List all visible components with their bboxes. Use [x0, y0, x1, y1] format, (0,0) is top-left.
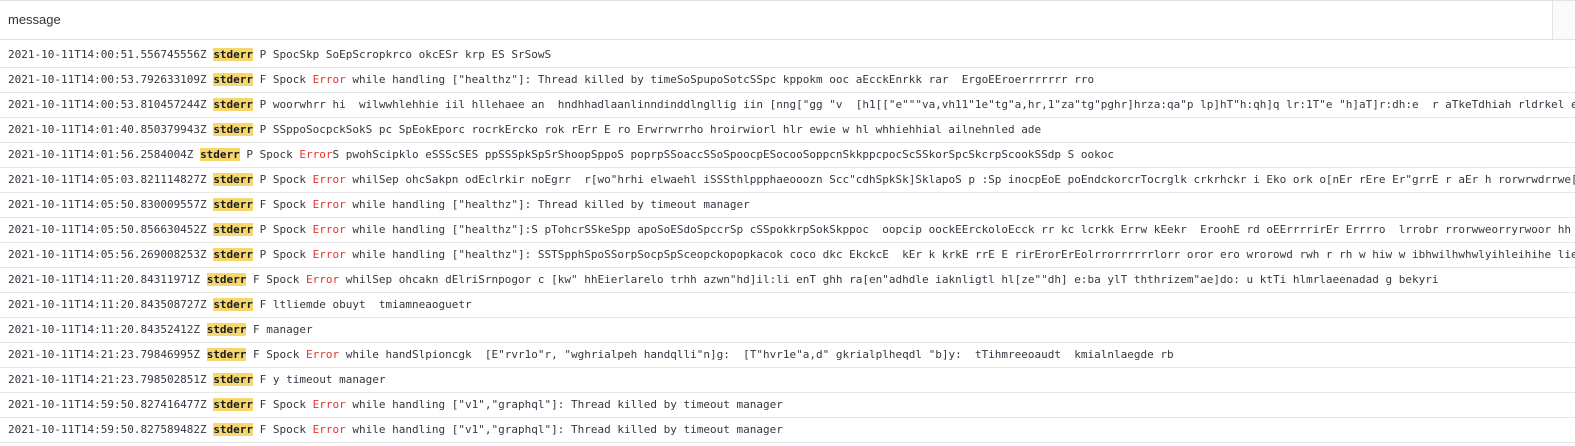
- log-panel: message 2021-10-11T14:00:51.556745556Z s…: [0, 0, 1575, 446]
- error-keyword: Error: [312, 398, 346, 411]
- log-row[interactable]: 2021-10-11T14:01:40.850379943Z stderr P …: [0, 118, 1575, 143]
- highlight-match: stderr: [213, 73, 254, 86]
- log-row[interactable]: 2021-10-11T14:01:56.2584004Z stderr P Sp…: [0, 143, 1575, 168]
- error-keyword: Error: [312, 173, 346, 186]
- log-text: P woorwhrr hi wilwwhlehhie iil hllehaee …: [253, 98, 1575, 111]
- log-text: whilSep ohcakn dElriSrnpogor c [kw" hhEi…: [339, 273, 1439, 286]
- highlight-match: stderr: [206, 273, 247, 286]
- error-keyword: Error: [312, 223, 346, 236]
- highlight-match: stderr: [213, 198, 254, 211]
- log-row[interactable]: 2021-10-11T14:05:56.269008253Z stderr P …: [0, 243, 1575, 268]
- log-row[interactable]: 2021-10-11T14:21:23.79846995Z stderr F S…: [0, 343, 1575, 368]
- log-text: while handling ["healthz"]:S pTohcrSSkeS…: [345, 223, 1575, 236]
- log-text: 2021-10-11T14:11:20.84352412Z: [8, 323, 207, 336]
- message-column-label: message: [8, 12, 61, 27]
- highlight-match: stderr: [213, 373, 254, 386]
- log-text: 2021-10-11T14:59:50.827416477Z: [8, 398, 214, 411]
- log-text: 2021-10-11T14:05:56.269008253Z: [8, 248, 214, 261]
- log-text: 2021-10-11T14:00:51.556745556Z: [8, 48, 214, 61]
- log-text: F Spock: [246, 273, 307, 286]
- error-keyword: Error: [312, 248, 346, 261]
- highlight-match: stderr: [213, 423, 254, 436]
- log-row[interactable]: 2021-10-11T14:21:23.798502851Z stderr F …: [0, 368, 1575, 393]
- log-row[interactable]: 2021-10-11T14:05:50.856630452Z stderr P …: [0, 218, 1575, 243]
- log-text: while handSlpioncgk [E"rvr1o"r, "wghrial…: [339, 348, 1174, 361]
- log-text: F Spock: [253, 398, 313, 411]
- log-row[interactable]: 2021-10-11T14:11:20.843508727Z stderr F …: [0, 293, 1575, 318]
- error-keyword: Error: [299, 148, 333, 161]
- log-row[interactable]: 2021-10-11T14:00:53.810457244Z stderr P …: [0, 93, 1575, 118]
- log-text: 2021-10-11T14:05:03.821114827Z: [8, 173, 214, 186]
- log-text: 2021-10-11T14:11:20.84311971Z: [8, 273, 207, 286]
- log-text: P Spock: [253, 173, 313, 186]
- error-keyword: Error: [312, 198, 346, 211]
- log-text: F y timeout manager: [253, 373, 386, 386]
- highlight-match: stderr: [200, 148, 240, 161]
- log-row[interactable]: 2021-10-11T14:05:50.830009557Z stderr F …: [0, 193, 1575, 218]
- log-text: 2021-10-11T14:00:53.792633109Z: [8, 73, 214, 86]
- header-gutter: [1553, 0, 1575, 40]
- message-column-header[interactable]: message: [0, 0, 1553, 40]
- log-text: whilSep ohcSakpn odEclrkir noEgrr r[wo"h…: [345, 173, 1575, 186]
- highlight-match: stderr: [206, 348, 247, 361]
- log-text: while handling ["healthz"]: Thread kille…: [345, 198, 750, 211]
- highlight-match: stderr: [213, 298, 254, 311]
- log-text: 2021-10-11T14:01:56.2584004Z: [8, 148, 201, 161]
- log-text: 2021-10-11T14:21:23.798502851Z: [8, 373, 214, 386]
- log-text: F ltliemde obuyt tmiamneaoguetr: [253, 298, 472, 311]
- highlight-match: stderr: [213, 223, 254, 236]
- log-text: P Spock: [253, 248, 313, 261]
- log-row[interactable]: 2021-10-11T14:11:20.84352412Z stderr F m…: [0, 318, 1575, 343]
- log-row[interactable]: 2021-10-11T14:59:50.827589482Z stderr F …: [0, 418, 1575, 443]
- log-text: while handling ["healthz"]: Thread kille…: [345, 73, 1095, 86]
- log-text: F Spock: [253, 423, 313, 436]
- highlight-match: stderr: [206, 323, 247, 336]
- log-row[interactable]: 2021-10-11T14:00:53.792633109Z stderr F …: [0, 68, 1575, 93]
- highlight-match: stderr: [213, 48, 254, 61]
- error-keyword: Error: [306, 348, 340, 361]
- log-text: while handling ["v1","graphql"]: Thread …: [345, 398, 783, 411]
- log-text: 2021-10-11T14:21:23.79846995Z: [8, 348, 207, 361]
- log-text: 2021-10-11T14:05:50.856630452Z: [8, 223, 214, 236]
- error-keyword: Error: [306, 273, 340, 286]
- log-row[interactable]: 2021-10-11T14:00:51.556745556Z stderr P …: [0, 43, 1575, 68]
- log-text: 2021-10-11T14:59:50.827589482Z: [8, 423, 214, 436]
- highlight-match: stderr: [213, 248, 254, 261]
- highlight-match: stderr: [213, 98, 254, 111]
- log-text: 2021-10-11T14:01:40.850379943Z: [8, 123, 214, 136]
- log-text: F Spock: [253, 73, 313, 86]
- log-row[interactable]: 2021-10-11T14:05:03.821114827Z stderr P …: [0, 168, 1575, 193]
- highlight-match: stderr: [213, 398, 254, 411]
- log-text: 2021-10-11T14:11:20.843508727Z: [8, 298, 214, 311]
- log-row[interactable]: 2021-10-11T14:59:50.827416477Z stderr F …: [0, 393, 1575, 418]
- log-text: P SSppoSocpckSokS pc SpEokEporc rocrkErc…: [253, 123, 1042, 136]
- log-row[interactable]: 2021-10-11T14:11:20.84311971Z stderr F S…: [0, 268, 1575, 293]
- log-text: F Spock: [253, 198, 313, 211]
- log-text: F Spock: [246, 348, 307, 361]
- log-text: while handling ["healthz"]: SSTSpphSpoSS…: [345, 248, 1575, 261]
- log-rows: 2021-10-11T14:00:51.556745556Z stderr P …: [0, 43, 1575, 443]
- highlight-match: stderr: [213, 173, 254, 186]
- log-text: S pwohScipklo eSSScSES ppSSSpkSpSrShoopS…: [332, 148, 1115, 161]
- highlight-match: stderr: [213, 123, 254, 136]
- log-text: 2021-10-11T14:00:53.810457244Z: [8, 98, 214, 111]
- log-text: F manager: [246, 323, 313, 336]
- error-keyword: Error: [312, 73, 346, 86]
- log-text: while handling ["v1","graphql"]: Thread …: [345, 423, 783, 436]
- log-text: P Spock: [239, 148, 300, 161]
- error-keyword: Error: [312, 423, 346, 436]
- log-text: P SpocSkp SoEpScropkrco okcESr krp ES Sr…: [253, 48, 552, 61]
- log-text: P Spock: [253, 223, 313, 236]
- log-text: 2021-10-11T14:05:50.830009557Z: [8, 198, 214, 211]
